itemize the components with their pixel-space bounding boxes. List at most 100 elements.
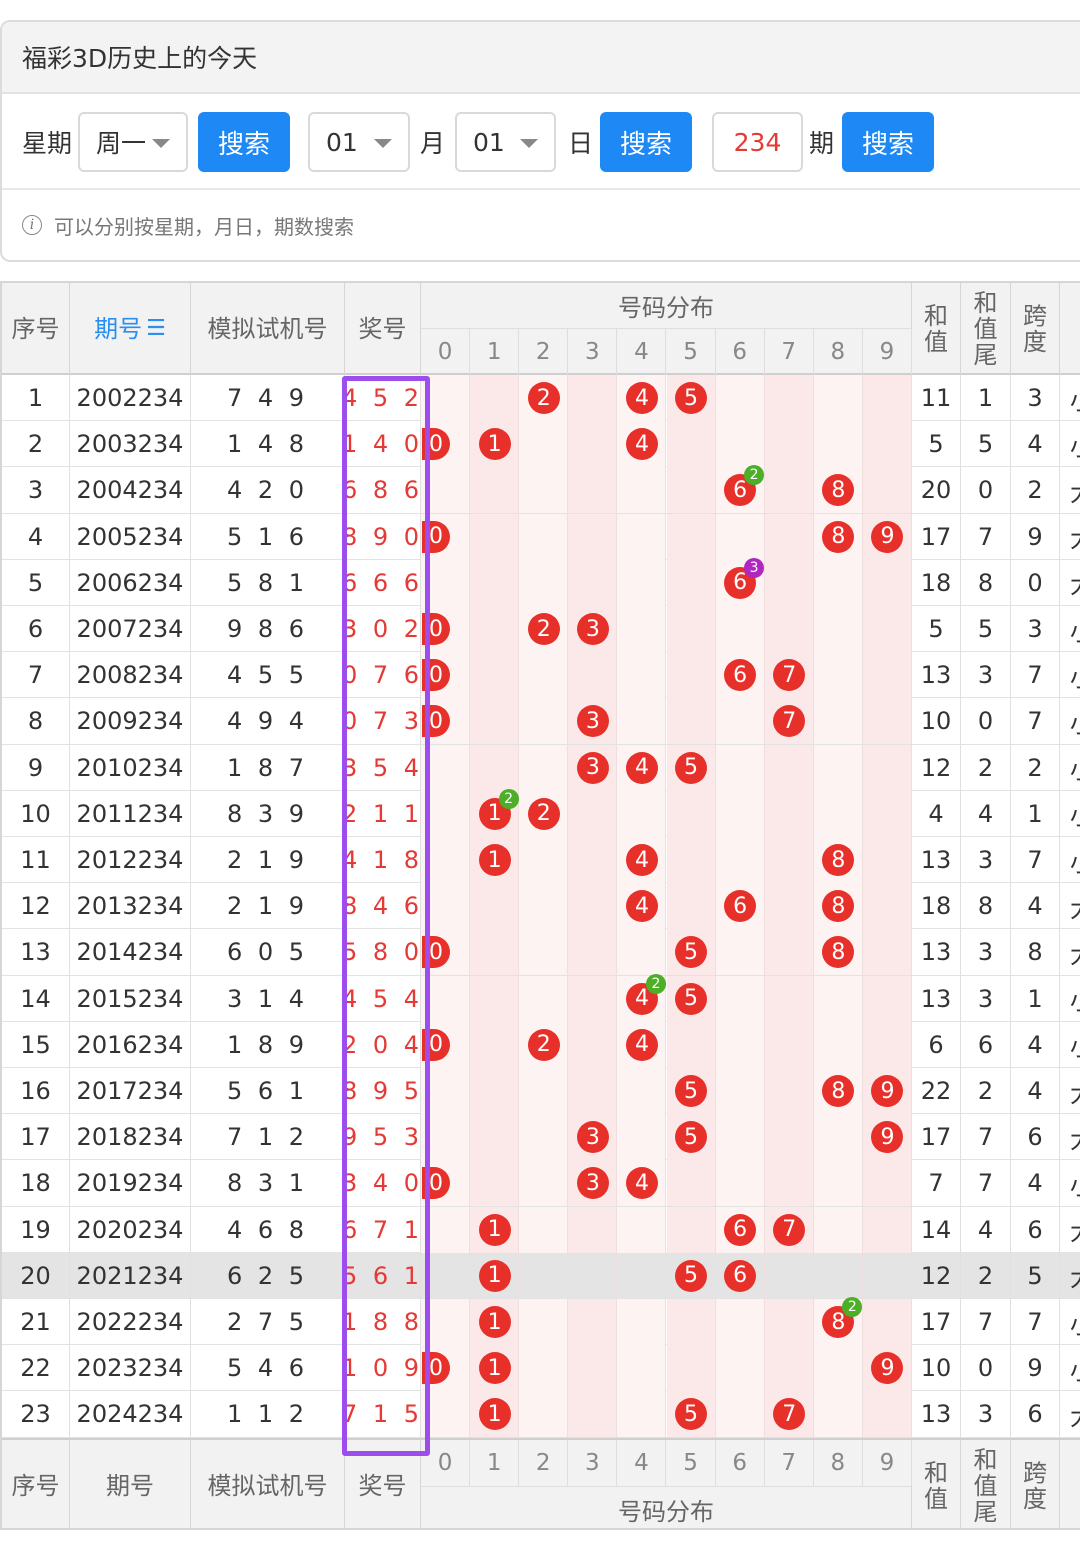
row-sum-tail: 3	[961, 837, 1011, 883]
table-row[interactable]: 1020112348 3 92 1 1122441小	[2, 788, 1080, 837]
weekday-search-button[interactable]: 搜索	[198, 112, 290, 172]
table-row[interactable]: 1520162341 8 92 0 4024664小	[2, 1021, 1080, 1068]
row-sum: 5	[912, 421, 961, 468]
table-row[interactable]: 2120222342 7 51 8 81821777小	[2, 1297, 1080, 1346]
table-row[interactable]: 1720182347 1 29 5 33591776大	[2, 1114, 1080, 1161]
day-select[interactable]: 01	[455, 112, 556, 172]
row-size: 大	[1060, 514, 1080, 560]
table-row[interactable]: 720082344 5 50 7 60671337小	[2, 652, 1080, 699]
row-sim-number: 9 8 6	[191, 606, 345, 652]
row-sum: 14	[912, 1206, 961, 1253]
dist-cell	[862, 975, 912, 1022]
month-select[interactable]: 01	[308, 112, 410, 172]
footer-digit-1: 1	[470, 1440, 520, 1486]
row-span: 0	[1011, 559, 1060, 606]
dist-cell	[863, 1252, 912, 1299]
table-row[interactable]: 420052345 1 68 9 00891779大	[2, 513, 1080, 560]
header-win: 奖号	[345, 283, 421, 375]
dist-cell	[617, 559, 667, 606]
header-digit-3: 3	[568, 329, 618, 375]
table-row[interactable]: 620072349 8 63 0 2023553小	[2, 606, 1080, 653]
dist-cell	[568, 837, 618, 883]
table-row[interactable]: 2020212346 2 55 6 11561225大	[2, 1252, 1080, 1299]
row-size: 大	[1060, 1114, 1080, 1160]
row-span: 9	[1011, 513, 1060, 560]
footer-digit-0: 0	[421, 1440, 471, 1486]
row-seq: 2	[2, 421, 70, 468]
table-row[interactable]: 920102341 8 73 5 43451222小	[2, 744, 1080, 791]
issue-input[interactable]: 234	[712, 112, 803, 172]
dist-cell	[666, 1299, 716, 1345]
row-issue: 2019234	[70, 1160, 191, 1207]
table-row[interactable]: 520062345 8 16 6 6 63 1880大	[2, 557, 1080, 606]
row-win-number: 5 6 1	[342, 1252, 421, 1299]
sort-icon[interactable]: ☰	[146, 316, 166, 342]
digit-ball: 1	[478, 844, 511, 876]
table-row[interactable]: 1420152343 1 44 5 4 42 5 1331小	[2, 973, 1080, 1022]
table-row[interactable]: 1920202344 6 86 7 11671446大	[2, 1206, 1080, 1253]
row-sum-tail: 7	[961, 513, 1011, 560]
dist-cell	[617, 1206, 667, 1253]
dist-cell	[421, 1206, 471, 1253]
row-sum-tail: 2	[961, 1068, 1011, 1114]
row-sim-number: 3 1 4	[191, 975, 345, 1022]
dist-cell	[568, 1068, 618, 1114]
dist-cell	[470, 559, 520, 606]
row-sum: 7	[912, 1160, 961, 1207]
table-row[interactable]: 1820192348 3 13 4 0034774小	[2, 1160, 1080, 1207]
table-row[interactable]: 820092344 9 40 7 30371007小	[2, 698, 1080, 745]
table-row[interactable]: 120022347 4 94 5 22451113小	[2, 375, 1080, 422]
digit-ball: 3	[576, 1167, 609, 1200]
row-size: 大	[1060, 1391, 1080, 1437]
row-sum: 17	[912, 1299, 961, 1345]
dist-cell	[764, 1299, 814, 1345]
table-row[interactable]: 2320242341 1 27 1 51571336大	[2, 1391, 1080, 1438]
dist-cell	[421, 1252, 471, 1299]
digit-ball: 0	[422, 520, 450, 553]
dist-cell	[764, 1345, 814, 1392]
row-sum: 13	[912, 837, 961, 883]
month-label: 月	[420, 129, 446, 158]
table-row[interactable]: 1220132342 1 98 4 64681884大	[2, 883, 1080, 930]
header-issue[interactable]: 期号 ☰	[70, 283, 191, 375]
issue-search-button[interactable]: 搜索	[842, 112, 934, 172]
row-win-number: 1 8 8	[342, 1299, 421, 1345]
header-digit-9: 9	[863, 329, 912, 375]
dist-cell	[715, 513, 765, 560]
table-row[interactable]: 1320142346 0 55 8 00581338大	[2, 929, 1080, 976]
row-span: 2	[1011, 467, 1060, 514]
row-issue: 2024234	[70, 1391, 191, 1438]
weekday-value: 周一	[96, 129, 147, 158]
dist-cell	[666, 1345, 716, 1392]
row-sum: 5	[912, 606, 961, 652]
footer-digit-7: 7	[765, 1440, 814, 1486]
row-issue: 2014234	[70, 929, 191, 976]
row-win-number: 8 9 0	[342, 513, 421, 560]
row-size: 小	[1060, 375, 1080, 421]
row-sim-number: 8 3 1	[191, 1160, 345, 1207]
table-row[interactable]: 1120122342 1 94 1 81481337小	[2, 837, 1080, 884]
row-win-number: 2 0 4	[342, 1021, 421, 1068]
row-size: 小	[1060, 837, 1080, 883]
date-search-button[interactable]: 搜索	[600, 112, 692, 172]
row-span: 7	[1011, 698, 1060, 745]
footer-sim: 模拟试机号	[191, 1440, 345, 1528]
table-row[interactable]: 1620172345 6 18 9 55892224大	[2, 1068, 1080, 1115]
dist-cell	[862, 929, 912, 976]
digit-ball: 4	[625, 382, 658, 414]
row-size: 小	[1060, 1299, 1080, 1345]
row-seq: 10	[2, 790, 70, 837]
panel-title: 福彩3D历史上的今天	[2, 22, 1080, 94]
table-row[interactable]: 2220232345 4 61 0 90191009小	[2, 1345, 1080, 1392]
row-size: 小	[1060, 791, 1080, 837]
dist-cell	[813, 1206, 863, 1253]
digit-ball: 5	[675, 382, 708, 414]
header-seq: 序号	[2, 283, 70, 375]
row-issue: 2011234	[70, 790, 191, 837]
table-row[interactable]: 220032341 4 81 4 0014554小	[2, 421, 1080, 468]
row-sum-tail: 7	[961, 1160, 1011, 1207]
dist-cell	[421, 559, 471, 606]
row-sim-number: 7 4 9	[191, 375, 345, 421]
table-row[interactable]: 320042344 2 06 8 66282002大	[2, 465, 1080, 514]
weekday-select[interactable]: 周一	[78, 112, 188, 172]
